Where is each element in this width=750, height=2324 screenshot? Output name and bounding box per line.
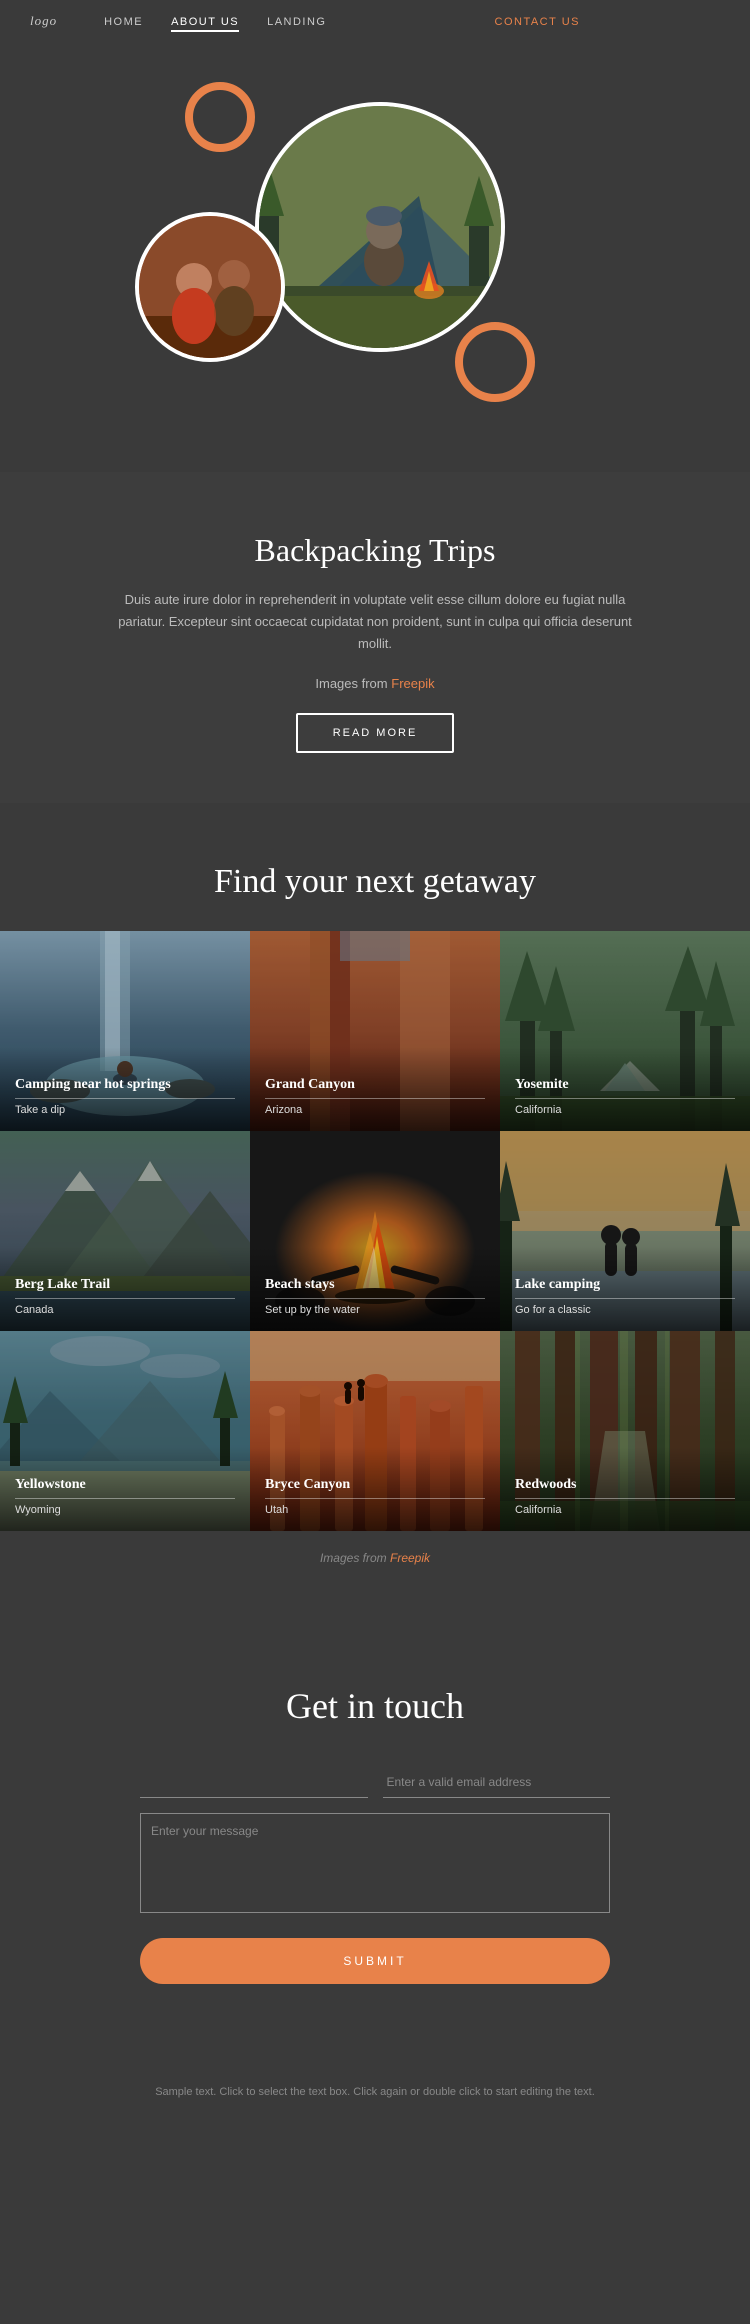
grid-item-bryce-canyon[interactable]: Bryce Canyon Utah	[250, 1331, 500, 1531]
yellowstone-sub: Wyoming	[15, 1498, 235, 1516]
bryce-canyon-name: Bryce Canyon	[265, 1477, 485, 1493]
yosemite-overlay: Yosemite California	[500, 1047, 750, 1131]
beach-overlay: Beach stays Set up by the water	[250, 1247, 500, 1331]
bryce-canyon-overlay: Bryce Canyon Utah	[250, 1447, 500, 1531]
hot-springs-sub: Take a dip	[15, 1098, 235, 1116]
logo: logo	[30, 13, 57, 29]
hero-section	[0, 42, 750, 472]
berg-lake-sub: Canada	[15, 1298, 235, 1316]
grand-canyon-overlay: Grand Canyon Arizona	[250, 1047, 500, 1131]
grand-canyon-sub: Arizona	[265, 1098, 485, 1116]
hero-svg-main	[259, 106, 505, 352]
getaway-credits: Images from Freepik	[0, 1531, 750, 1605]
yellowstone-name: Yellowstone	[15, 1477, 235, 1493]
nav-landing[interactable]: LANDING	[267, 16, 326, 28]
getaway-title: Find your next getaway	[0, 863, 750, 901]
beach-sub: Set up by the water	[265, 1298, 485, 1316]
lake-camping-name: Lake camping	[515, 1277, 735, 1293]
nav-about[interactable]: ABOUT US	[171, 16, 239, 32]
grid-item-hot-springs[interactable]: Camping near hot springs Take a dip	[0, 931, 250, 1131]
name-input[interactable]	[140, 1767, 368, 1798]
beach-name: Beach stays	[265, 1277, 485, 1293]
backpacking-credits: Images from Freepik	[100, 673, 650, 695]
grid-item-beach[interactable]: Beach stays Set up by the water	[250, 1131, 500, 1331]
nav-home[interactable]: HOME	[104, 16, 143, 28]
getaway-freepik-link[interactable]: Freepik	[390, 1551, 430, 1565]
contact-form-row1	[140, 1767, 610, 1798]
berg-lake-overlay: Berg Lake Trail Canada	[0, 1247, 250, 1331]
deco-ring-bottomright	[455, 322, 535, 402]
grid-item-berg-lake[interactable]: Berg Lake Trail Canada	[0, 1131, 250, 1331]
grid-item-lake-camping[interactable]: Lake camping Go for a classic	[500, 1131, 750, 1331]
footer-text: Sample text. Click to select the text bo…	[100, 2084, 650, 2102]
yosemite-sub: California	[515, 1098, 735, 1116]
redwoods-sub: California	[515, 1498, 735, 1516]
grid-item-redwoods[interactable]: Redwoods California	[500, 1331, 750, 1531]
hero-photo-small	[135, 212, 285, 362]
name-field-container	[140, 1767, 368, 1798]
bryce-canyon-sub: Utah	[265, 1498, 485, 1516]
navigation: logo HOME ABOUT US LANDING CONTACT US	[0, 0, 750, 42]
backpacking-title: Backpacking Trips	[100, 532, 650, 569]
lake-camping-overlay: Lake camping Go for a classic	[500, 1247, 750, 1331]
yosemite-name: Yosemite	[515, 1077, 735, 1093]
grid-item-yosemite[interactable]: Yosemite California	[500, 931, 750, 1131]
freepik-link[interactable]: Freepik	[391, 676, 434, 691]
getaway-section: Find your next getaway	[0, 803, 750, 1625]
grand-canyon-name: Grand Canyon	[265, 1077, 485, 1093]
nav-links: HOME ABOUT US LANDING CONTACT US	[104, 12, 720, 30]
email-input[interactable]	[383, 1767, 611, 1798]
contact-section: Get in touch SUBMIT	[0, 1625, 750, 2064]
footer: Sample text. Click to select the text bo…	[0, 2064, 750, 2132]
grid-item-yellowstone[interactable]: Yellowstone Wyoming	[0, 1331, 250, 1531]
message-textarea[interactable]	[140, 1813, 610, 1913]
lake-camping-sub: Go for a classic	[515, 1298, 735, 1316]
hero-svg-small	[139, 216, 285, 362]
redwoods-overlay: Redwoods California	[500, 1447, 750, 1531]
hero-circles	[125, 72, 625, 432]
redwoods-name: Redwoods	[515, 1477, 735, 1493]
grid-item-grand-canyon[interactable]: Grand Canyon Arizona	[250, 931, 500, 1131]
backpacking-section: Backpacking Trips Duis aute irure dolor …	[0, 472, 750, 803]
backpacking-description: Duis aute irure dolor in reprehenderit i…	[100, 589, 650, 655]
hero-photo-main	[255, 102, 505, 352]
submit-button[interactable]: SUBMIT	[140, 1938, 610, 1984]
getaway-grid: Camping near hot springs Take a dip	[0, 931, 750, 1531]
message-field-container	[140, 1813, 610, 1918]
contact-title: Get in touch	[140, 1685, 610, 1727]
email-field-container	[383, 1767, 611, 1798]
read-more-button[interactable]: READ MORE	[296, 713, 455, 753]
berg-lake-name: Berg Lake Trail	[15, 1277, 235, 1293]
hot-springs-overlay: Camping near hot springs Take a dip	[0, 1047, 250, 1131]
hot-springs-name: Camping near hot springs	[15, 1077, 235, 1093]
yellowstone-overlay: Yellowstone Wyoming	[0, 1447, 250, 1531]
deco-ring-topleft	[185, 82, 255, 152]
